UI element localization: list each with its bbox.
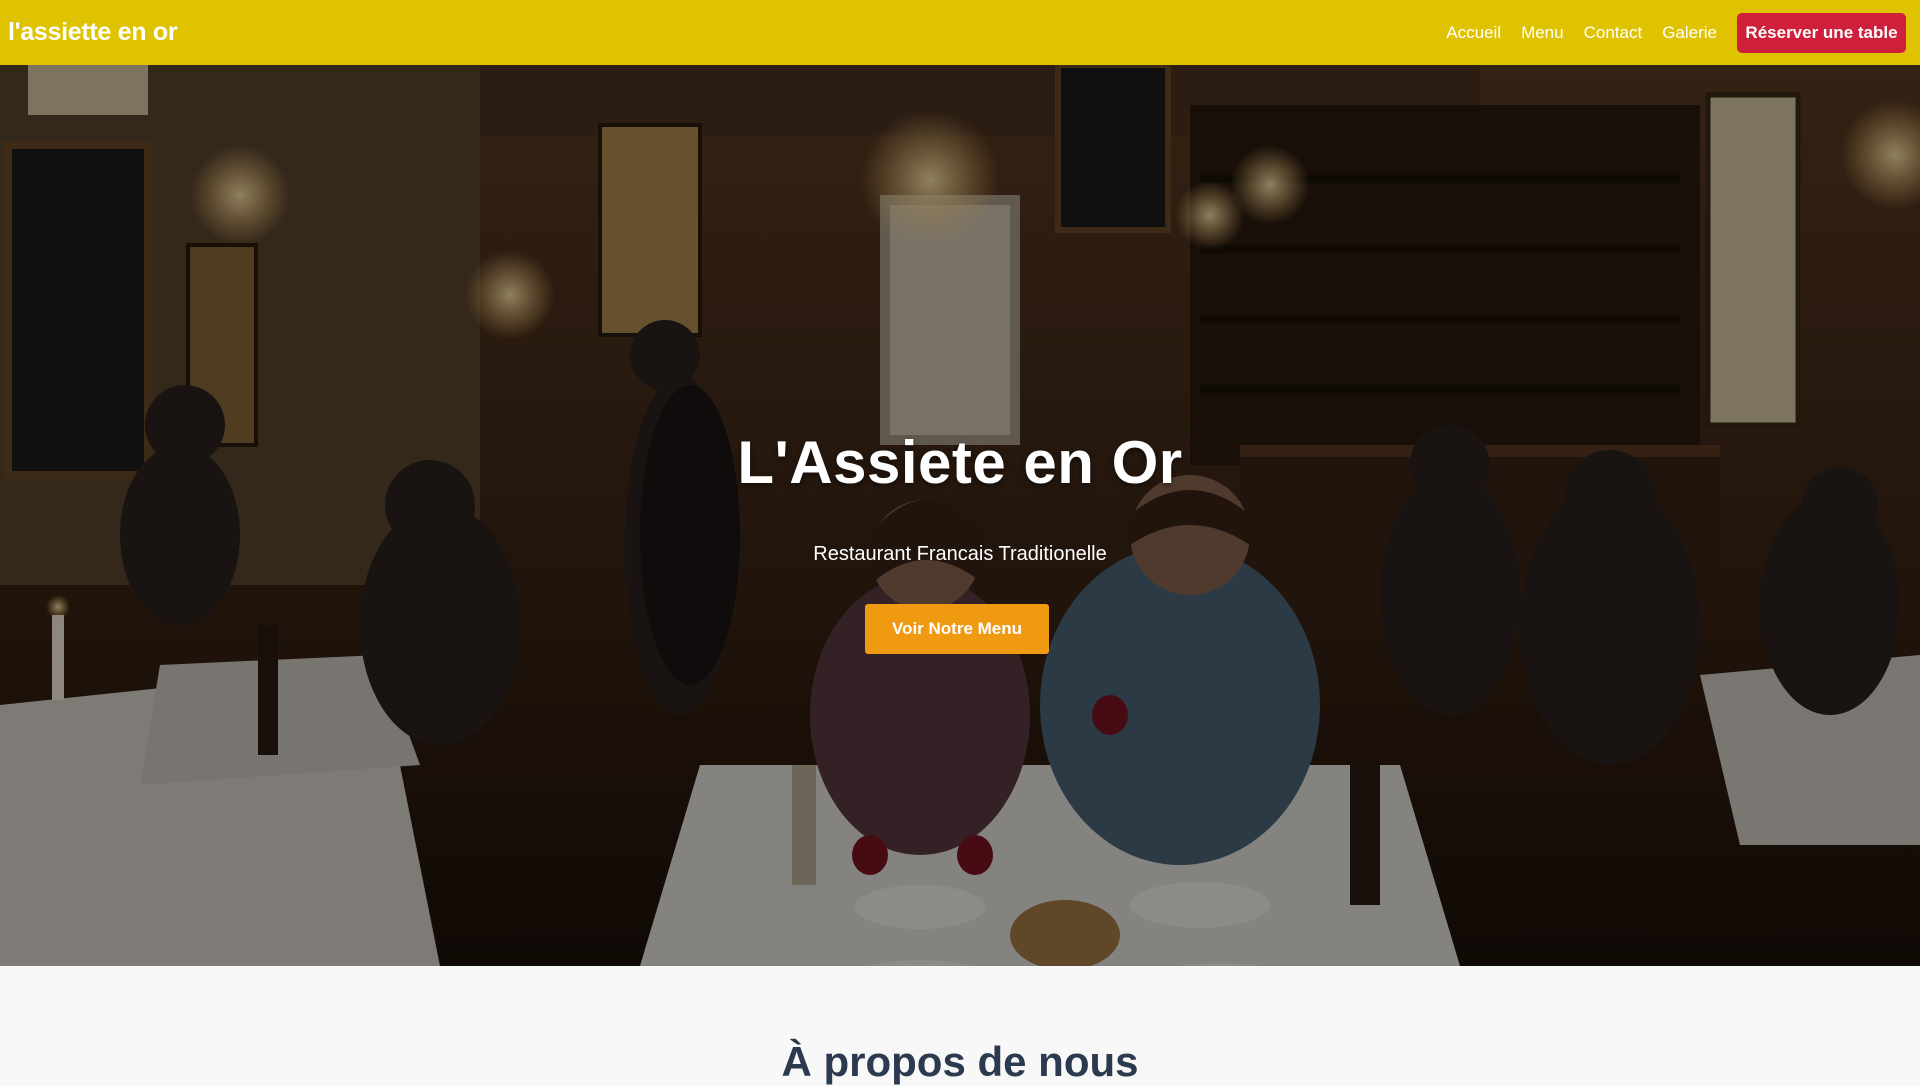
- top-navbar: l'assiette en or Accueil Menu Contact Ga…: [0, 0, 1920, 65]
- hero-section: L'Assiete en Or Restaurant Francais Trad…: [0, 65, 1920, 966]
- reserve-table-button[interactable]: Réserver une table: [1737, 12, 1906, 53]
- about-section-title: À propos de nous: [781, 1038, 1139, 1085]
- brand-logo[interactable]: l'assiette en or: [8, 18, 178, 47]
- nav-link-menu[interactable]: Menu: [1521, 23, 1564, 43]
- hero-title: L'Assiete en Or: [737, 429, 1183, 496]
- view-menu-button[interactable]: Voir Notre Menu: [865, 604, 1049, 654]
- nav-links: Accueil Menu Contact Galerie Réserver un…: [1446, 12, 1906, 53]
- hero-subtitle: Restaurant Francais Traditionelle: [813, 543, 1107, 565]
- nav-link-galerie[interactable]: Galerie: [1662, 23, 1717, 43]
- nav-link-contact[interactable]: Contact: [1584, 23, 1643, 43]
- nav-link-accueil[interactable]: Accueil: [1446, 23, 1501, 43]
- hero-content: L'Assiete en Or Restaurant Francais Trad…: [0, 65, 1920, 966]
